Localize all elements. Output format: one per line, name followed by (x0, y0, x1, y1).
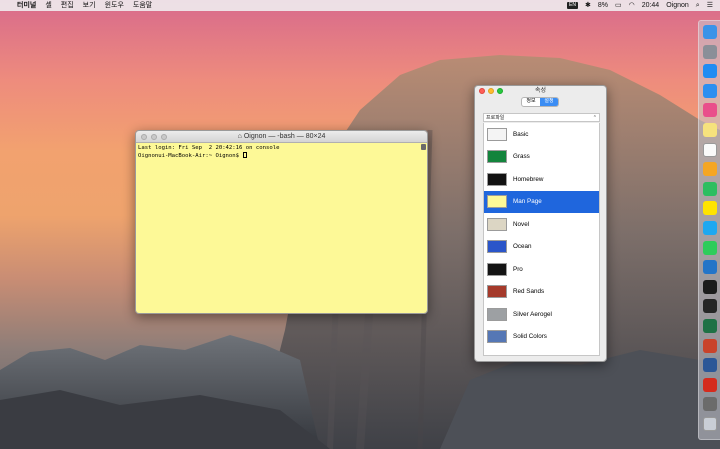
itunes-icon[interactable] (703, 103, 717, 118)
terminal-icon[interactable] (703, 279, 717, 294)
profile-name: Silver Aerogel (513, 310, 552, 318)
terminal-title-text: Oignon — -bash — 80×24 (243, 133, 326, 140)
excel-icon[interactable] (703, 319, 717, 333)
profile-dropdown-label: 프로파일 (486, 115, 505, 121)
kakaotalk-icon[interactable] (703, 201, 717, 216)
menu-window[interactable]: 윈도우 (105, 0, 124, 11)
terminal-window[interactable]: ⌂ Oignon — -bash — 80×24 Last login: Fri… (135, 130, 428, 314)
profile-item-grass[interactable]: Grass (484, 146, 599, 169)
profile-item-silver-aerogel[interactable]: Silver Aerogel (484, 303, 599, 326)
terminal-titlebar[interactable]: ⌂ Oignon — -bash — 80×24 (136, 131, 427, 143)
word-icon[interactable] (703, 358, 717, 373)
dock (698, 20, 720, 440)
finder-icon[interactable] (703, 25, 717, 39)
chevron-up-icon: ⌃ (592, 115, 597, 121)
spotlight-icon[interactable]: ⌕ (696, 0, 700, 11)
profile-list[interactable]: Basic Grass Homebrew Man Page Novel Ocea… (483, 123, 600, 356)
menu-view[interactable]: 보기 (83, 0, 96, 11)
profile-item-novel[interactable]: Novel (484, 213, 599, 236)
profile-swatch (487, 262, 507, 276)
menu-help[interactable]: 도움말 (133, 0, 152, 11)
profile-name: Basic (513, 130, 529, 138)
inspector-tabs: 정보 설정 (521, 97, 559, 107)
disk-utility-icon[interactable] (703, 397, 717, 412)
profile-swatch (487, 285, 507, 299)
profile-swatch (487, 172, 507, 186)
status-area: EN ✱ 8% ▭ ◠ 20:44 Oignon ⌕ ☰ (567, 0, 720, 11)
menu-app-name[interactable]: 터미널 (17, 0, 36, 11)
profile-item-homebrew[interactable]: Homebrew (484, 168, 599, 191)
profile-swatch (487, 307, 507, 321)
powerpoint-icon[interactable] (703, 338, 717, 353)
inspector-window[interactable]: 속성 정보 설정 프로파일 ⌃ Basic Grass Homebrew Man… (474, 85, 607, 362)
battery-percent[interactable]: 8% (598, 0, 608, 11)
profile-swatch (487, 127, 507, 141)
profile-swatch (487, 217, 507, 231)
inspector-title: 속성 (534, 88, 547, 94)
terminal-title: ⌂ Oignon — -bash — 80×24 (136, 131, 427, 143)
profile-name: Homebrew (513, 175, 544, 183)
profile-name: Pro (513, 265, 523, 273)
tab-settings[interactable]: 설정 (540, 98, 558, 106)
bluetooth-icon[interactable]: ✱ (585, 0, 591, 11)
menu-shell[interactable]: 셸 (45, 0, 51, 11)
menu-edit[interactable]: 편집 (61, 0, 74, 11)
profile-name: Red Sands (513, 288, 545, 296)
profile-swatch (487, 150, 507, 164)
menu-user[interactable]: Oignon (666, 0, 689, 11)
tab-info[interactable]: 정보 (522, 98, 540, 106)
menu-clock[interactable]: 20:44 (642, 0, 660, 11)
profile-name: Solid Colors (513, 333, 547, 341)
profile-name: Man Page (513, 198, 542, 206)
profile-item-basic[interactable]: Basic (484, 123, 599, 146)
terminal-line: Last login: Fri Sep 2 20:42:16 on consol… (138, 145, 280, 151)
notes-icon[interactable] (703, 123, 717, 137)
profile-swatch (487, 195, 507, 209)
input-source-badge[interactable]: EN (567, 2, 578, 9)
terminal-scrollbar[interactable] (421, 144, 426, 150)
pdf-icon[interactable] (703, 377, 717, 392)
launchpad-icon[interactable] (703, 44, 717, 59)
profile-swatch (487, 240, 507, 254)
profile-item-man-page[interactable]: Man Page (484, 190, 599, 213)
trash-icon[interactable] (703, 417, 717, 431)
activity-monitor-icon[interactable] (703, 299, 717, 314)
profile-swatch (487, 330, 507, 344)
notification-center-icon[interactable]: ☰ (707, 0, 713, 11)
profile-name: Ocean (513, 243, 532, 251)
terminal-prompt-line: Oignonui-MacBook-Air:~ Oignon$ (138, 152, 425, 160)
facetime-icon[interactable] (703, 240, 717, 255)
wifi-icon[interactable]: ◠ (629, 0, 635, 11)
profile-name: Novel (513, 220, 530, 228)
profile-item-solid-colors[interactable]: Solid Colors (484, 326, 599, 349)
profile-dropdown[interactable]: 프로파일 ⌃ (483, 113, 600, 122)
menu-bar: 터미널 셸 편집 보기 윈도우 도움말 EN ✱ 8% ▭ ◠ 20:44 Oi… (0, 0, 720, 11)
text-cursor (243, 152, 248, 158)
profile-item-red-sands[interactable]: Red Sands (484, 281, 599, 304)
calendar-icon[interactable] (703, 142, 717, 157)
evernote-icon[interactable] (703, 181, 717, 196)
battery-icon[interactable]: ▭ (615, 0, 622, 11)
terminal-content[interactable]: Last login: Fri Sep 2 20:42:16 on consol… (136, 143, 427, 313)
terminal-prompt: Oignonui-MacBook-Air:~ Oignon$ (138, 153, 243, 159)
app-store-icon[interactable] (703, 64, 717, 79)
xcode-icon[interactable] (703, 260, 717, 275)
photos-icon[interactable] (703, 162, 717, 177)
messages-icon[interactable] (703, 221, 717, 235)
profile-name: Grass (513, 153, 530, 161)
profile-item-ocean[interactable]: Ocean (484, 236, 599, 259)
inspector-titlebar[interactable]: 속성 (475, 86, 606, 97)
safari-icon[interactable] (703, 83, 717, 98)
profile-item-pro[interactable]: Pro (484, 258, 599, 281)
